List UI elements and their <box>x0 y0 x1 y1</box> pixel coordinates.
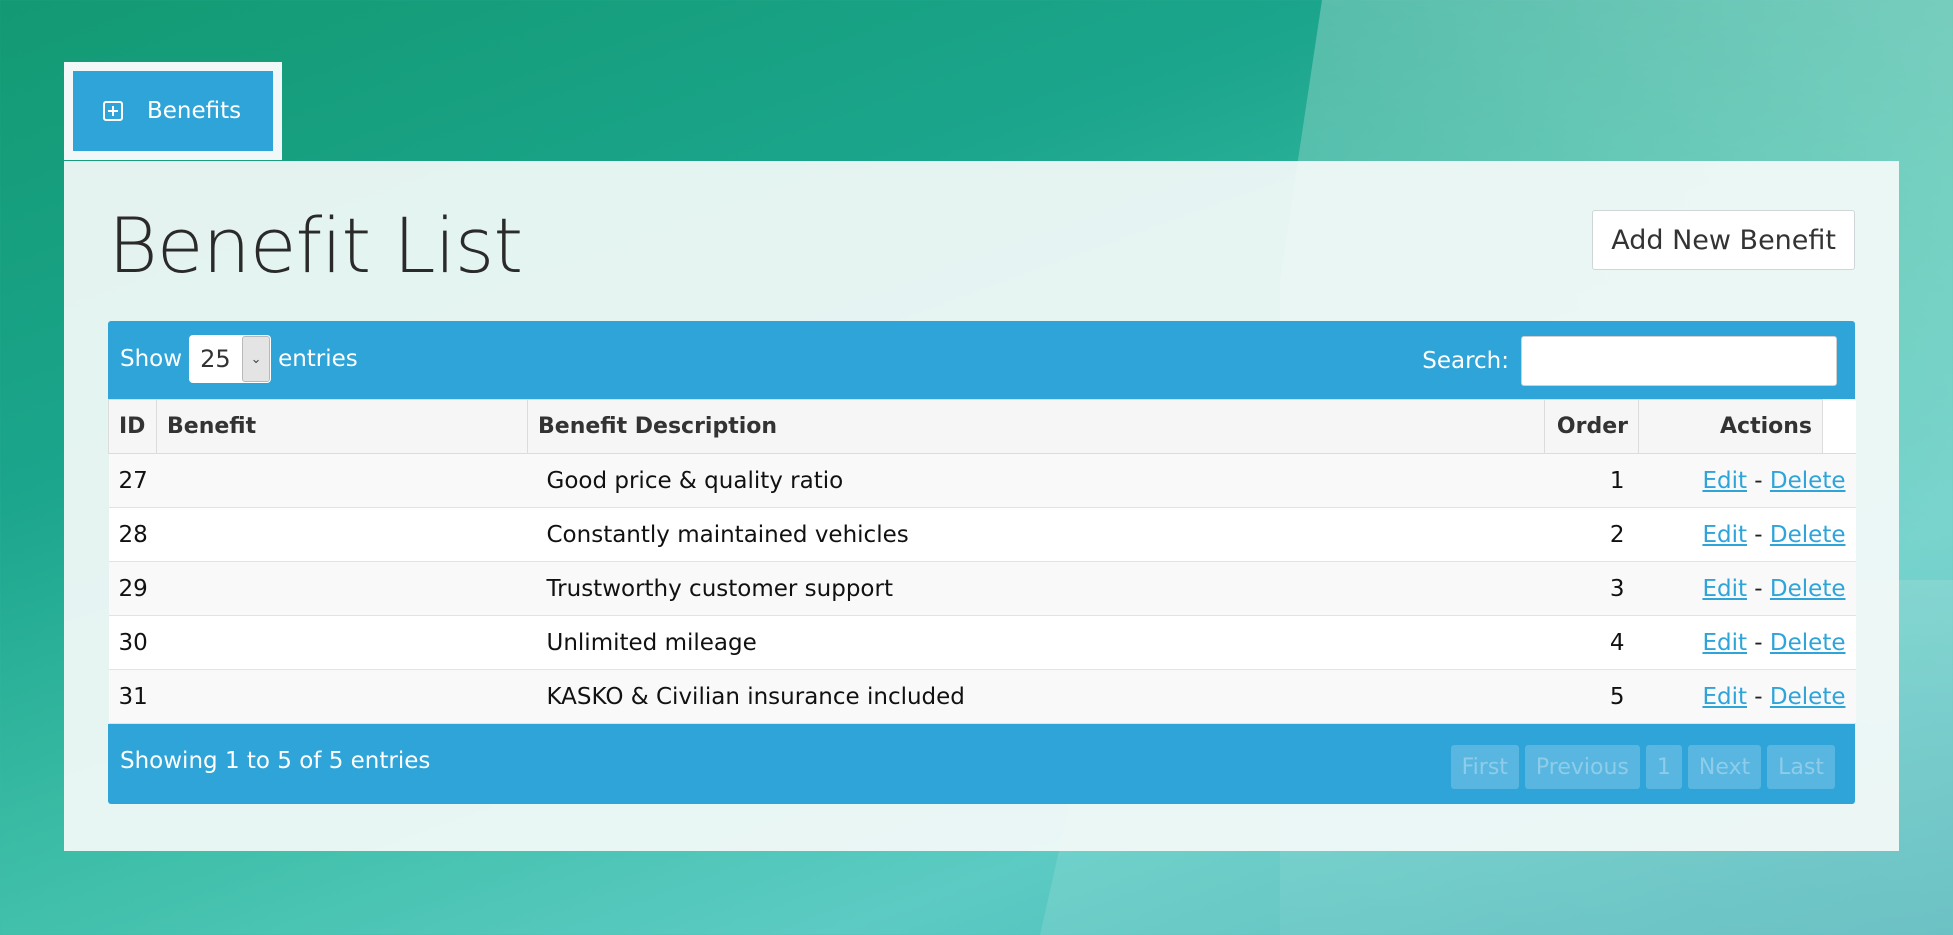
column-header-description[interactable]: Benefit Description <box>527 399 1545 454</box>
table-row: 29 Trustworthy customer support 3 Edit -… <box>108 561 1856 616</box>
delete-link[interactable]: Delete <box>1770 468 1846 494</box>
tab-benefits[interactable]: Benefits <box>73 71 273 151</box>
cell-description: Constantly maintained vehicles <box>527 507 1545 562</box>
cell-id: 31 <box>108 669 157 724</box>
page-length-select[interactable]: 25 ⌄ <box>189 335 272 383</box>
column-header-actions: Actions <box>1638 399 1823 454</box>
cell-description: KASKO & Civilian insurance included <box>527 669 1545 724</box>
plus-square-icon <box>103 101 123 121</box>
delete-link[interactable]: Delete <box>1770 684 1846 710</box>
cell-actions: Edit - Delete <box>1638 615 1856 670</box>
tab-label: Benefits <box>147 98 242 124</box>
cell-description: Unlimited mileage <box>527 615 1545 670</box>
show-label: Show <box>120 346 183 372</box>
table-footer: Showing 1 to 5 of 5 entries First Previo… <box>108 724 1855 804</box>
column-header-id[interactable]: ID <box>108 399 157 454</box>
edit-link[interactable]: Edit <box>1702 468 1747 494</box>
page-length-control: Show 25 ⌄ entries <box>120 335 358 383</box>
pagination-previous[interactable]: Previous <box>1524 745 1640 789</box>
cell-id: 30 <box>108 615 157 670</box>
entries-label: entries <box>278 346 358 372</box>
edit-link[interactable]: Edit <box>1702 576 1747 602</box>
content-panel: Benefit List Add New Benefit Show 25 ⌄ e… <box>64 161 1899 851</box>
edit-link[interactable]: Edit <box>1702 630 1747 656</box>
cell-order: 1 <box>1544 453 1639 508</box>
cell-benefit <box>156 669 528 724</box>
cell-actions: Edit - Delete <box>1638 453 1856 508</box>
action-separator: - <box>1747 467 1770 494</box>
pagination-first[interactable]: First <box>1450 745 1519 789</box>
benefits-table-card: Show 25 ⌄ entries Search: ID Benefit Ben… <box>108 321 1856 804</box>
table-row: 31 KASKO & Civilian insurance included 5… <box>108 669 1856 724</box>
action-separator: - <box>1747 683 1770 710</box>
edit-link[interactable]: Edit <box>1702 684 1747 710</box>
action-separator: - <box>1747 575 1770 602</box>
search-label: Search: <box>1422 348 1509 374</box>
pagination-page-1[interactable]: 1 <box>1645 745 1682 789</box>
cell-order: 4 <box>1544 615 1639 670</box>
action-separator: - <box>1747 629 1770 656</box>
pagination: First Previous 1 Next Last <box>1450 745 1835 789</box>
table-row: 28 Constantly maintained vehicles 2 Edit… <box>108 507 1856 562</box>
search-control: Search: <box>1422 336 1837 386</box>
cell-benefit <box>156 561 528 616</box>
edit-link[interactable]: Edit <box>1702 522 1747 548</box>
search-input[interactable] <box>1521 336 1837 386</box>
page-title: Benefit List <box>108 201 523 290</box>
column-header-benefit[interactable]: Benefit <box>156 399 528 454</box>
cell-id: 28 <box>108 507 157 562</box>
pagination-last[interactable]: Last <box>1767 745 1835 789</box>
cell-description: Trustworthy customer support <box>527 561 1545 616</box>
cell-actions: Edit - Delete <box>1638 507 1856 562</box>
table-header-row: ID Benefit Benefit Description Order Act… <box>108 399 1856 454</box>
action-separator: - <box>1747 521 1770 548</box>
cell-id: 27 <box>108 453 157 508</box>
page-length-value: 25 <box>200 345 231 373</box>
chevron-down-icon[interactable]: ⌄ <box>242 336 271 382</box>
cell-description: Good price & quality ratio <box>527 453 1545 508</box>
delete-link[interactable]: Delete <box>1770 522 1846 548</box>
column-header-order[interactable]: Order <box>1544 399 1639 454</box>
table-row: 27 Good price & quality ratio 1 Edit - D… <box>108 453 1856 508</box>
column-header-spacer <box>1822 399 1856 454</box>
table-toolbar: Show 25 ⌄ entries Search: <box>108 321 1855 399</box>
benefits-table: ID Benefit Benefit Description Order Act… <box>108 399 1856 724</box>
cell-actions: Edit - Delete <box>1638 669 1856 724</box>
cell-order: 5 <box>1544 669 1639 724</box>
add-new-benefit-button[interactable]: Add New Benefit <box>1592 210 1855 270</box>
cell-id: 29 <box>108 561 157 616</box>
table-row: 30 Unlimited mileage 4 Edit - Delete <box>108 615 1856 670</box>
cell-actions: Edit - Delete <box>1638 561 1856 616</box>
cell-order: 2 <box>1544 507 1639 562</box>
cell-order: 3 <box>1544 561 1639 616</box>
cell-benefit <box>156 453 528 508</box>
cell-benefit <box>156 507 528 562</box>
pagination-next[interactable]: Next <box>1687 745 1762 789</box>
delete-link[interactable]: Delete <box>1770 630 1846 656</box>
table-info: Showing 1 to 5 of 5 entries <box>120 748 431 774</box>
cell-benefit <box>156 615 528 670</box>
delete-link[interactable]: Delete <box>1770 576 1846 602</box>
